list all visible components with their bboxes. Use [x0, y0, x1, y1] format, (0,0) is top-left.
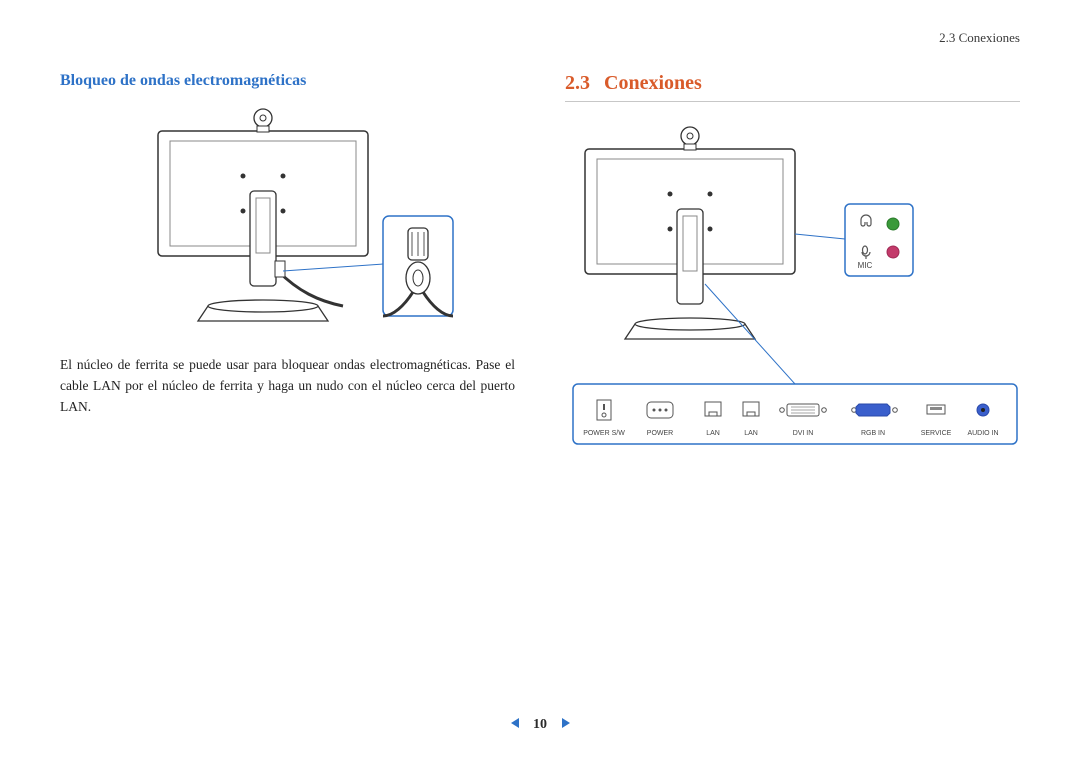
next-page-arrow-icon[interactable] [551, 717, 581, 733]
port-label-audio: AUDIO IN [967, 430, 998, 437]
figure-monitor-ferrite [60, 106, 515, 341]
subheading-electromagnetic: Bloqueo de ondas electromagnéticas [60, 72, 515, 90]
left-running-head [60, 30, 515, 48]
port-label-power-sw: POWER S/W [583, 430, 625, 437]
port-label-rgb: RGB IN [861, 430, 885, 437]
port-label-dvi: DVI IN [793, 430, 814, 437]
prev-page-arrow-icon[interactable] [500, 717, 530, 733]
port-label-power: POWER [647, 430, 673, 437]
section-number: 2.3 [565, 72, 590, 94]
port-label-lan-1: LAN [706, 430, 720, 437]
mic-label: MIC [858, 261, 873, 270]
section-heading-conexiones: 2.3 Conexiones [565, 72, 1020, 102]
page-number: 10 [533, 717, 547, 733]
running-head: 2.3 Conexiones [565, 30, 1020, 48]
port-label-service: SERVICE [921, 430, 952, 437]
paragraph-ferrite: El núcleo de ferrita se puede usar para … [60, 355, 515, 418]
page-footer: 10 [0, 717, 1080, 733]
port-label-lan-2: LAN [744, 430, 758, 437]
section-title: Conexiones [604, 72, 702, 94]
figure-monitor-connections: MIC POWER S/W [565, 124, 1020, 459]
